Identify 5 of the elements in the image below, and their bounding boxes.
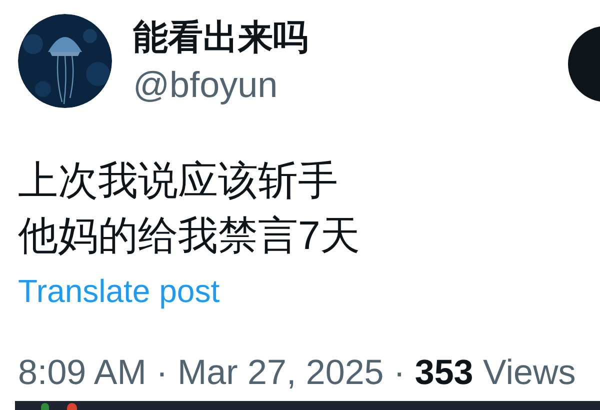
author-name[interactable]: 能看出来吗 [133,18,308,58]
post-text: 上次我说应该斩手 [18,158,339,205]
author-handle[interactable]: @bfoyun [133,63,308,107]
post-metadata: 8:09 AM · Mar 27, 2025 · 353 Views [18,353,576,392]
post-text: 他妈的给我禁言7天 [18,213,362,260]
